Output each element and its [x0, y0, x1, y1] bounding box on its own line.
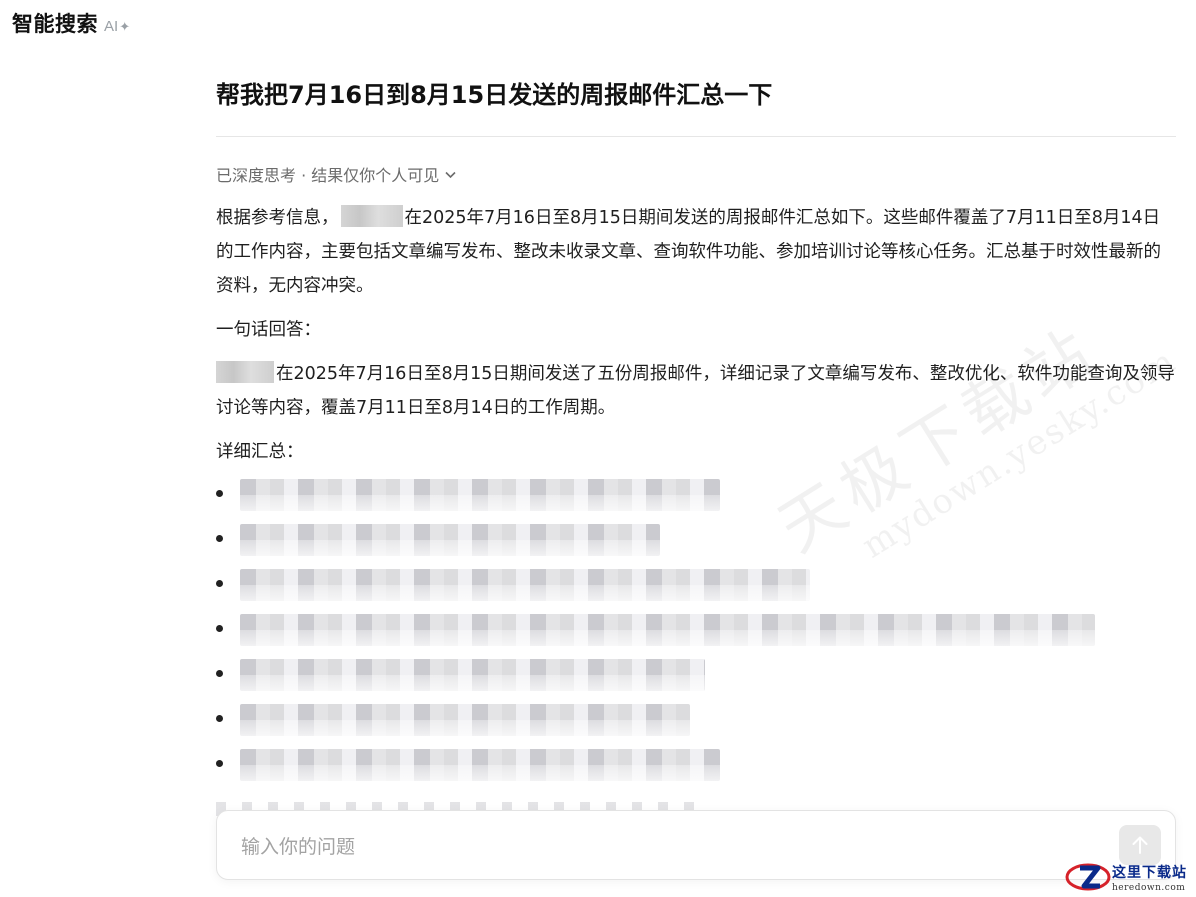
arrow-up-icon — [1132, 836, 1148, 854]
bullet-dot — [216, 625, 223, 632]
thinking-toggle[interactable]: 已深度思考 · 结果仅你个人可见 — [216, 161, 1176, 187]
list-item — [216, 659, 1176, 704]
bullet-dot — [216, 670, 223, 677]
thinking-label: 已深度思考 · 结果仅你个人可见 — [216, 166, 440, 185]
query-title: 帮我把7月16日到8月15日发送的周报邮件汇总一下 — [216, 81, 773, 109]
one-line-text: 在2025年7月16日至8月15日期间发送了五份周报邮件，详细记录了文章编写发布… — [216, 364, 1175, 418]
list-item — [216, 704, 1176, 749]
list-item — [216, 614, 1176, 659]
ai-badge: AI✦ — [104, 18, 130, 35]
details-heading: 详细汇总： — [216, 442, 304, 462]
list-item — [216, 569, 1176, 614]
question-input[interactable] — [239, 831, 1103, 863]
bullet-dot — [216, 535, 223, 542]
one-line-answer: 在2025年7月16日至8月15日期间发送了五份周报邮件，详细记录了文章编写发布… — [216, 357, 1176, 425]
sparkle-icon: ✦ — [119, 19, 131, 34]
one-line-heading: 一句话回答： — [216, 320, 321, 340]
bullet-dot — [216, 760, 223, 767]
bullet-dot — [216, 490, 223, 497]
ai-label: AI — [104, 18, 119, 35]
intro-before: 根据参考信息， — [216, 208, 339, 228]
corner-watermark-en: heredown.com — [1112, 883, 1186, 893]
bullet-dot — [216, 580, 223, 587]
redacted-name — [216, 361, 274, 383]
chevron-down-icon — [445, 168, 456, 182]
redacted-name — [340, 205, 403, 227]
redacted-content — [240, 524, 660, 556]
list-item — [216, 479, 1176, 524]
question-input-box[interactable] — [216, 810, 1176, 880]
site-logo-icon — [1065, 863, 1111, 891]
app-title: 智能搜索 — [12, 12, 98, 36]
answer-intro: 根据参考信息， 在2025年7月16日至8月15日期间发送的周报邮件汇总如下。这些… — [216, 201, 1176, 303]
corner-watermark-cn: 这里下载站 — [1112, 865, 1187, 881]
brand: 智能搜索 AI✦ — [12, 8, 130, 38]
list-item — [216, 524, 1176, 569]
redacted-content — [240, 704, 690, 736]
redacted-content — [240, 479, 720, 511]
conversation: 帮我把7月16日到8月15日发送的周报邮件汇总一下 已深度思考 · 结果仅你个人… — [216, 76, 1176, 794]
redacted-content — [240, 659, 705, 691]
redacted-content — [240, 614, 1095, 646]
corner-watermark: 这里下载站 heredown.com — [1060, 858, 1196, 896]
redacted-content — [240, 569, 810, 601]
redacted-content — [240, 749, 720, 781]
divider — [216, 136, 1176, 137]
bullet-dot — [216, 715, 223, 722]
details-list — [216, 479, 1176, 794]
list-item — [216, 749, 1176, 794]
